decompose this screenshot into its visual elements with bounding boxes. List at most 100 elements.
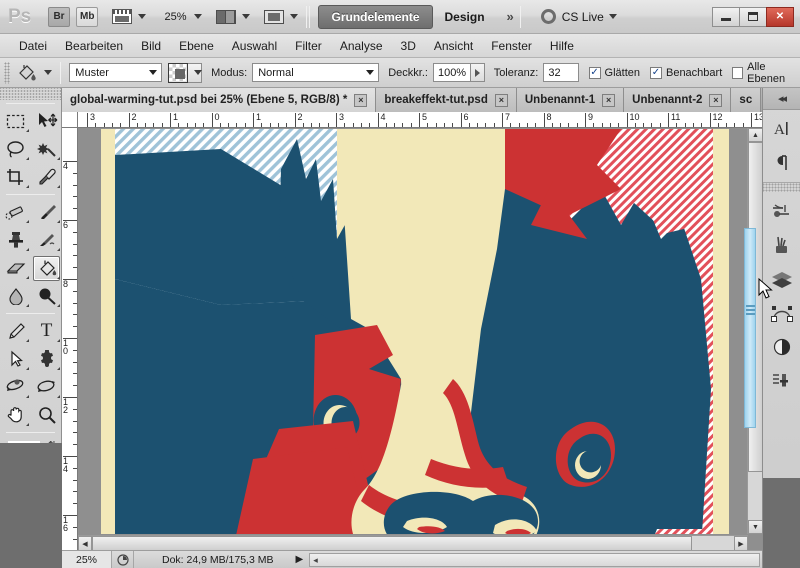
panel-resize-handle[interactable] (744, 228, 756, 428)
tab-unbenannt-1[interactable]: Unbenannt-1 × (516, 88, 625, 112)
preview-clock-icon[interactable] (112, 550, 134, 568)
tool-3d-camera-rotate[interactable] (31, 373, 62, 401)
horizontal-ruler[interactable]: 321012345678910111213 (62, 112, 762, 128)
fill-source-select[interactable]: Muster (69, 63, 163, 82)
menu-datei[interactable]: Datei (10, 36, 56, 56)
tool-rectangular-marquee[interactable] (0, 107, 31, 135)
clone-source-panel-icon[interactable] (763, 364, 800, 398)
screen-mode-group[interactable] (250, 9, 299, 24)
checkbox-glaetten[interactable]: ✓ Glätten (588, 66, 640, 79)
pattern-swatch[interactable] (168, 62, 189, 83)
dock-gripper[interactable] (763, 183, 800, 192)
tool-horizontal-type[interactable]: T (31, 317, 62, 345)
close-button[interactable]: ✕ (766, 6, 794, 27)
adjustments-panel-icon[interactable] (763, 330, 800, 364)
character-panel-icon[interactable]: A (763, 112, 800, 146)
zoom-chevron-down-icon[interactable] (194, 14, 203, 19)
pattern-picker-button[interactable] (188, 62, 203, 83)
tool-crop[interactable] (0, 163, 31, 191)
status-resize-strip[interactable]: ◂ (309, 552, 760, 567)
tool-magic-wand[interactable] (31, 135, 62, 163)
tool-brush[interactable] (31, 198, 62, 226)
tool-eraser[interactable] (0, 254, 31, 282)
tool-presets-panel-icon[interactable] (763, 194, 800, 228)
horizontal-scroll-thumb[interactable] (92, 536, 692, 551)
tab-global-warming[interactable]: global-warming-tut.psd bei 25% (Ebene 5,… (62, 88, 377, 112)
ruler-minor-tick (261, 123, 263, 127)
tool-paint-bucket[interactable] (31, 254, 62, 282)
tools-panel-gripper[interactable] (0, 88, 61, 100)
paragraph-panel-icon[interactable] (763, 146, 800, 180)
paths-panel-icon[interactable] (763, 296, 800, 330)
blend-mode-select[interactable]: Normal (252, 63, 380, 82)
menu-bearbeiten[interactable]: Bearbeiten (56, 36, 132, 56)
status-play-icon[interactable]: ▶ (295, 554, 303, 565)
workspace-design-button[interactable]: Design (433, 5, 497, 29)
benachbart-checkbox[interactable]: ✓ (649, 66, 662, 79)
scroll-right-button[interactable]: ▶ (734, 536, 748, 551)
tool-lasso[interactable] (0, 135, 31, 163)
canvas-scroll-area[interactable] (79, 129, 747, 534)
tab-unbenannt-2-close-icon[interactable]: × (709, 93, 723, 107)
menu-analyse[interactable]: Analyse (331, 36, 392, 56)
brush-presets-panel-icon[interactable] (763, 228, 800, 262)
tool-spot-healing-brush[interactable] (0, 198, 31, 226)
zoom-level-display[interactable]: 25% (164, 11, 186, 23)
canvas-horizontal-scrollbar[interactable]: ◀ ▶ (78, 535, 748, 551)
opacity-input[interactable]: 100% (432, 63, 472, 82)
mini-bridge-button[interactable]: Mb (76, 6, 99, 27)
paint-bucket-icon[interactable] (14, 62, 38, 84)
tab-sc[interactable]: sc (731, 88, 762, 112)
menu-ansicht[interactable]: Ansicht (425, 36, 482, 56)
menu-ebene[interactable]: Ebene (170, 36, 223, 56)
menu-fenster[interactable]: Fenster (482, 36, 541, 56)
bridge-button[interactable]: Br (48, 6, 70, 27)
opacity-slider-button[interactable] (471, 63, 485, 82)
tab-breakeffekt[interactable]: breakeffekt-tut.psd × (376, 88, 517, 112)
tolerance-input[interactable]: 32 (543, 63, 579, 82)
tab-unbenannt-1-close-icon[interactable]: × (602, 93, 616, 107)
ruler-minor-tick (73, 420, 77, 422)
tool-custom-shape[interactable] (31, 345, 62, 373)
maximize-button[interactable] (739, 6, 767, 27)
cs-live-button[interactable]: CS Live (540, 9, 617, 24)
workspace-grundelemente-button[interactable]: Grundelemente (318, 4, 433, 29)
options-bar-gripper[interactable] (4, 61, 11, 84)
scroll-left-button[interactable]: ◀ (78, 536, 92, 551)
menu-hilfe[interactable]: Hilfe (541, 36, 583, 56)
scroll-down-button[interactable]: ▼ (748, 520, 763, 534)
tool-move[interactable] (31, 107, 62, 135)
tool-dodge[interactable] (31, 282, 62, 310)
menu-auswahl[interactable]: Auswahl (223, 36, 286, 56)
menu-3d[interactable]: 3D (392, 36, 425, 56)
glaetten-checkbox[interactable]: ✓ (588, 66, 601, 79)
tab-unbenannt-2[interactable]: Unbenannt-2 × (624, 88, 732, 112)
view-extras-group[interactable] (98, 9, 147, 24)
tool-blur[interactable] (0, 282, 31, 310)
minimize-button[interactable] (712, 6, 740, 27)
tab-breakeffekt-close-icon[interactable]: × (494, 93, 508, 107)
menu-filter[interactable]: Filter (286, 36, 331, 56)
status-zoom-field[interactable]: 25% (62, 550, 112, 568)
menu-bild[interactable]: Bild (132, 36, 170, 56)
tool-path-selection[interactable] (0, 345, 31, 373)
tool-history-brush[interactable] (31, 226, 62, 254)
tool-pen[interactable] (0, 317, 31, 345)
tab-global-warming-close-icon[interactable]: × (354, 93, 368, 107)
tool-zoom[interactable] (31, 401, 62, 429)
scroll-up-button[interactable]: ▲ (748, 128, 763, 142)
ruler-corner[interactable] (62, 112, 78, 128)
tool-preset-chevron-down-icon[interactable] (44, 70, 53, 75)
checkbox-alle-ebenen[interactable]: Alle Ebenen (732, 61, 800, 85)
arrange-documents-group[interactable] (202, 9, 251, 24)
tool-3d-object-rotate[interactable] (0, 373, 31, 401)
tool-hand[interactable] (0, 401, 31, 429)
dock-collapse-button[interactable]: ◂◂ (763, 88, 800, 110)
alle-ebenen-checkbox[interactable] (732, 66, 744, 79)
vertical-ruler[interactable]: 4 6 8 10 12 14 16 (62, 128, 78, 550)
tool-clone-stamp[interactable] (0, 226, 31, 254)
workspace-more-button[interactable]: » (507, 9, 514, 24)
tool-eyedropper[interactable] (31, 163, 62, 191)
checkbox-benachbart[interactable]: ✓ Benachbart (649, 66, 722, 79)
image-canvas[interactable] (101, 129, 729, 534)
